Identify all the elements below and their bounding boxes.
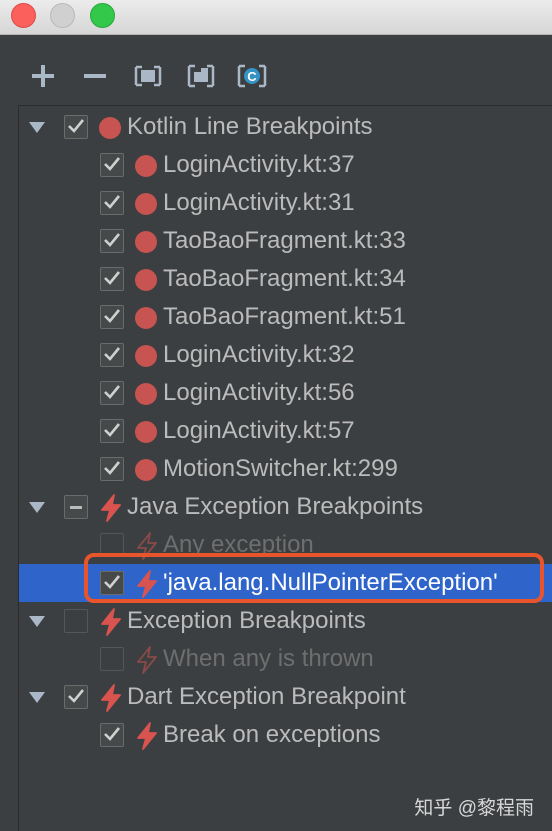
expand-arrow-icon[interactable]: [29, 616, 45, 627]
breakpoints-tree: Kotlin Line Breakpoints LoginActivity.kt:…: [18, 105, 552, 831]
breakpoint-checkbox[interactable]: [100, 229, 124, 253]
breakpoint-checkbox[interactable]: [100, 457, 124, 481]
group-checkbox[interactable]: [64, 609, 88, 633]
breakpoint-label: LoginActivity.kt:32: [163, 341, 355, 368]
breakpoint-checkbox[interactable]: [100, 419, 124, 443]
checkmark-icon: [104, 423, 121, 437]
breakpoint-label: TaoBaoFragment.kt:33: [163, 227, 406, 254]
breakpoint-row[interactable]: TaoBaoFragment.kt:34: [19, 260, 552, 298]
checkmark-icon: [68, 119, 85, 133]
breakpoint-checkbox[interactable]: [100, 723, 124, 747]
exception-breakpoint-icon: [99, 494, 123, 522]
breakpoint-row[interactable]: LoginActivity.kt:37: [19, 146, 552, 184]
group-by-file-icon: [134, 65, 162, 87]
checkmark-icon: [104, 461, 121, 475]
group-by-package-button[interactable]: [183, 56, 219, 96]
window-titlebar: [0, 0, 552, 35]
line-breakpoint-icon: [135, 193, 157, 215]
checkmark-icon: [104, 271, 121, 285]
line-breakpoint-icon: [135, 155, 157, 177]
checkmark-icon: [104, 157, 121, 171]
breakpoint-checkbox[interactable]: [100, 381, 124, 405]
expand-arrow-icon[interactable]: [29, 692, 45, 703]
expand-arrow-icon[interactable]: [29, 122, 45, 133]
remove-breakpoint-button[interactable]: [77, 56, 113, 96]
group-label: Dart Exception Breakpoint: [127, 683, 406, 710]
breakpoint-label: LoginActivity.kt:37: [163, 151, 355, 178]
group-by-class-button[interactable]: C: [234, 56, 270, 96]
exception-breakpoint-icon: [135, 722, 159, 750]
breakpoint-label: Break on exceptions: [163, 721, 381, 748]
line-breakpoint-icon: [135, 231, 157, 253]
checkmark-icon: [104, 233, 121, 247]
minus-icon: [84, 74, 106, 78]
add-breakpoint-button[interactable]: [25, 56, 61, 96]
breakpoint-row[interactable]: LoginActivity.kt:56: [19, 374, 552, 412]
line-breakpoint-icon: [135, 383, 157, 405]
group-by-file-button[interactable]: [130, 56, 166, 96]
exception-breakpoint-icon: [99, 684, 123, 712]
svg-text:C: C: [247, 69, 257, 84]
checkmark-icon: [68, 689, 85, 703]
plus-icon: [32, 65, 54, 87]
breakpoint-row[interactable]: Break on exceptions: [19, 716, 552, 754]
minimize-window-button[interactable]: [50, 3, 75, 28]
breakpoint-checkbox[interactable]: [100, 343, 124, 367]
breakpoint-label: LoginActivity.kt:56: [163, 379, 355, 406]
breakpoint-row[interactable]: TaoBaoFragment.kt:51: [19, 298, 552, 336]
zoom-window-button[interactable]: [90, 3, 115, 28]
breakpoint-row[interactable]: When any is thrown: [19, 640, 552, 678]
group-label: Kotlin Line Breakpoints: [127, 113, 373, 140]
breakpoint-row[interactable]: LoginActivity.kt:31: [19, 184, 552, 222]
watermark: 知乎 @黎程雨: [414, 798, 534, 819]
group-by-package-icon: [187, 64, 215, 88]
group-checkbox[interactable]: [64, 115, 88, 139]
breakpoint-row[interactable]: TaoBaoFragment.kt:33: [19, 222, 552, 260]
breakpoints-toolbar: C: [0, 56, 552, 96]
expand-arrow-icon[interactable]: [29, 502, 45, 513]
line-breakpoint-icon: [135, 421, 157, 443]
breakpoint-group-row[interactable]: Dart Exception Breakpoint: [19, 678, 552, 716]
partial-check-icon: [70, 506, 82, 509]
breakpoint-row[interactable]: MotionSwitcher.kt:299: [19, 450, 552, 488]
breakpoint-row[interactable]: LoginActivity.kt:57: [19, 412, 552, 450]
group-label: Java Exception Breakpoints: [127, 493, 424, 520]
breakpoint-row[interactable]: LoginActivity.kt:32: [19, 336, 552, 374]
breakpoint-checkbox[interactable]: [100, 647, 124, 671]
breakpoint-label: LoginActivity.kt:31: [163, 189, 355, 216]
checkmark-icon: [104, 309, 121, 323]
breakpoint-checkbox[interactable]: [100, 153, 124, 177]
breakpoint-checkbox[interactable]: [100, 267, 124, 291]
group-by-class-icon: C: [237, 64, 267, 88]
breakpoint-group-row[interactable]: Exception Breakpoints: [19, 602, 552, 640]
breakpoint-group-row[interactable]: Java Exception Breakpoints: [19, 488, 552, 526]
group-checkbox[interactable]: [64, 495, 88, 519]
group-label: Exception Breakpoints: [127, 607, 366, 634]
breakpoint-checkbox[interactable]: [100, 191, 124, 215]
checkmark-icon: [104, 385, 121, 399]
breakpoint-group-row[interactable]: Kotlin Line Breakpoints: [19, 108, 552, 146]
annotation-highlight-box: [84, 553, 544, 603]
checkmark-icon: [104, 727, 121, 741]
line-breakpoint-icon: [135, 345, 157, 367]
line-breakpoint-icon: [135, 459, 157, 481]
close-window-button[interactable]: [11, 3, 36, 28]
breakpoint-label: LoginActivity.kt:57: [163, 417, 355, 444]
breakpoint-label: When any is thrown: [163, 645, 374, 672]
exception-breakpoint-icon: [135, 646, 159, 674]
breakpoint-label: TaoBaoFragment.kt:51: [163, 303, 406, 330]
group-checkbox[interactable]: [64, 685, 88, 709]
breakpoint-label: TaoBaoFragment.kt:34: [163, 265, 406, 292]
breakpoint-label: MotionSwitcher.kt:299: [163, 455, 398, 482]
breakpoint-checkbox[interactable]: [100, 305, 124, 329]
line-breakpoint-icon: [135, 307, 157, 329]
exception-breakpoint-icon: [99, 608, 123, 636]
line-breakpoint-icon: [99, 117, 121, 139]
line-breakpoint-icon: [135, 269, 157, 291]
checkmark-icon: [104, 347, 121, 361]
checkmark-icon: [104, 195, 121, 209]
